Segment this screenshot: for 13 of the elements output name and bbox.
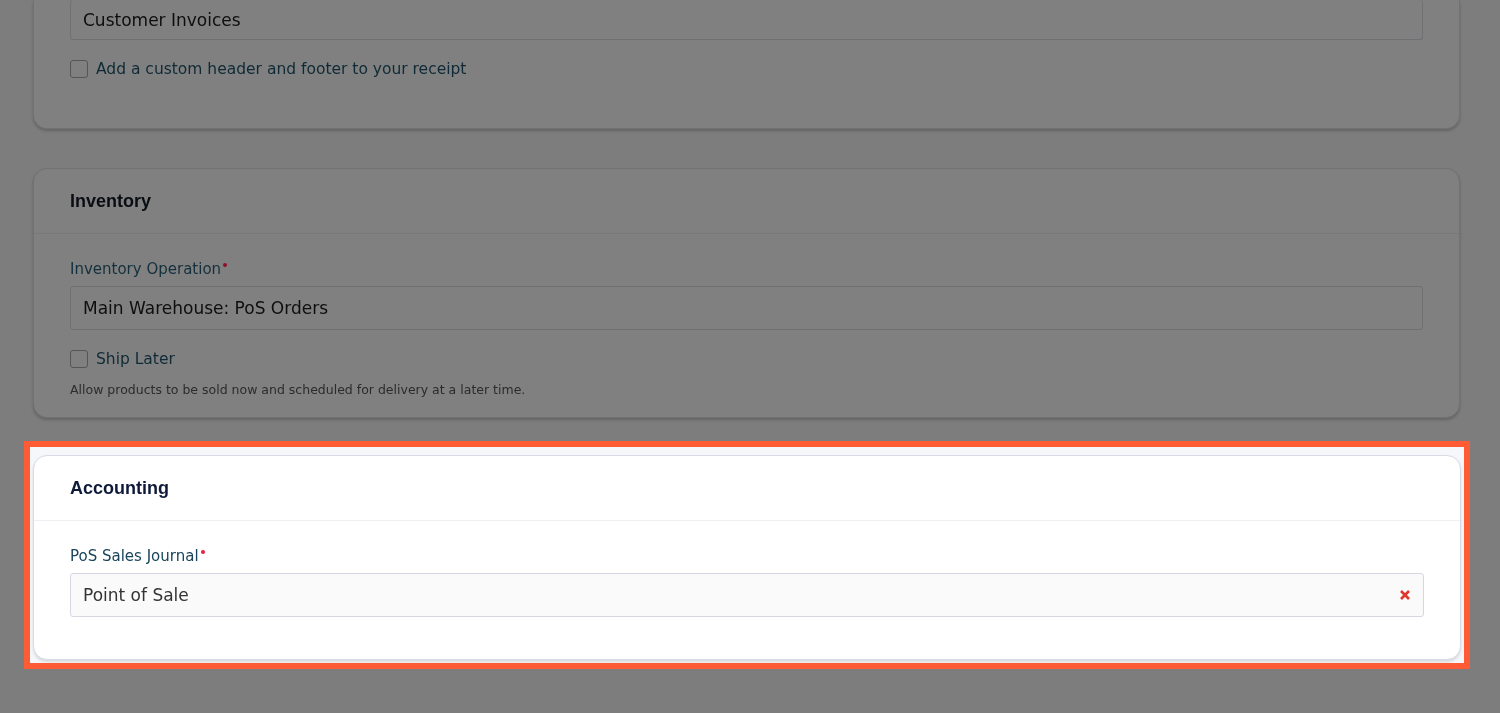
checkbox[interactable]	[70, 350, 88, 368]
section-title: Inventory	[70, 190, 152, 212]
checkbox[interactable]	[70, 60, 88, 78]
field-label: PoS Sales Journal	[70, 547, 199, 565]
checkbox-label[interactable]: Ship Later	[96, 350, 175, 368]
select-field[interactable]: Main Warehouse: PoS Orders	[70, 286, 1423, 330]
section-title: Accounting	[70, 477, 169, 499]
select-field[interactable]: Customer Invoices	[70, 0, 1423, 40]
select-field[interactable]: Point of Sale	[70, 573, 1424, 617]
checkbox-label[interactable]: Add a custom header and footer to your receipt	[96, 60, 467, 78]
field-label: Inventory Operation	[70, 260, 222, 278]
clear-icon[interactable]	[1399, 589, 1411, 601]
help-text: Allow products to be sold now and scheduled for delivery at a later time.	[70, 382, 527, 397]
